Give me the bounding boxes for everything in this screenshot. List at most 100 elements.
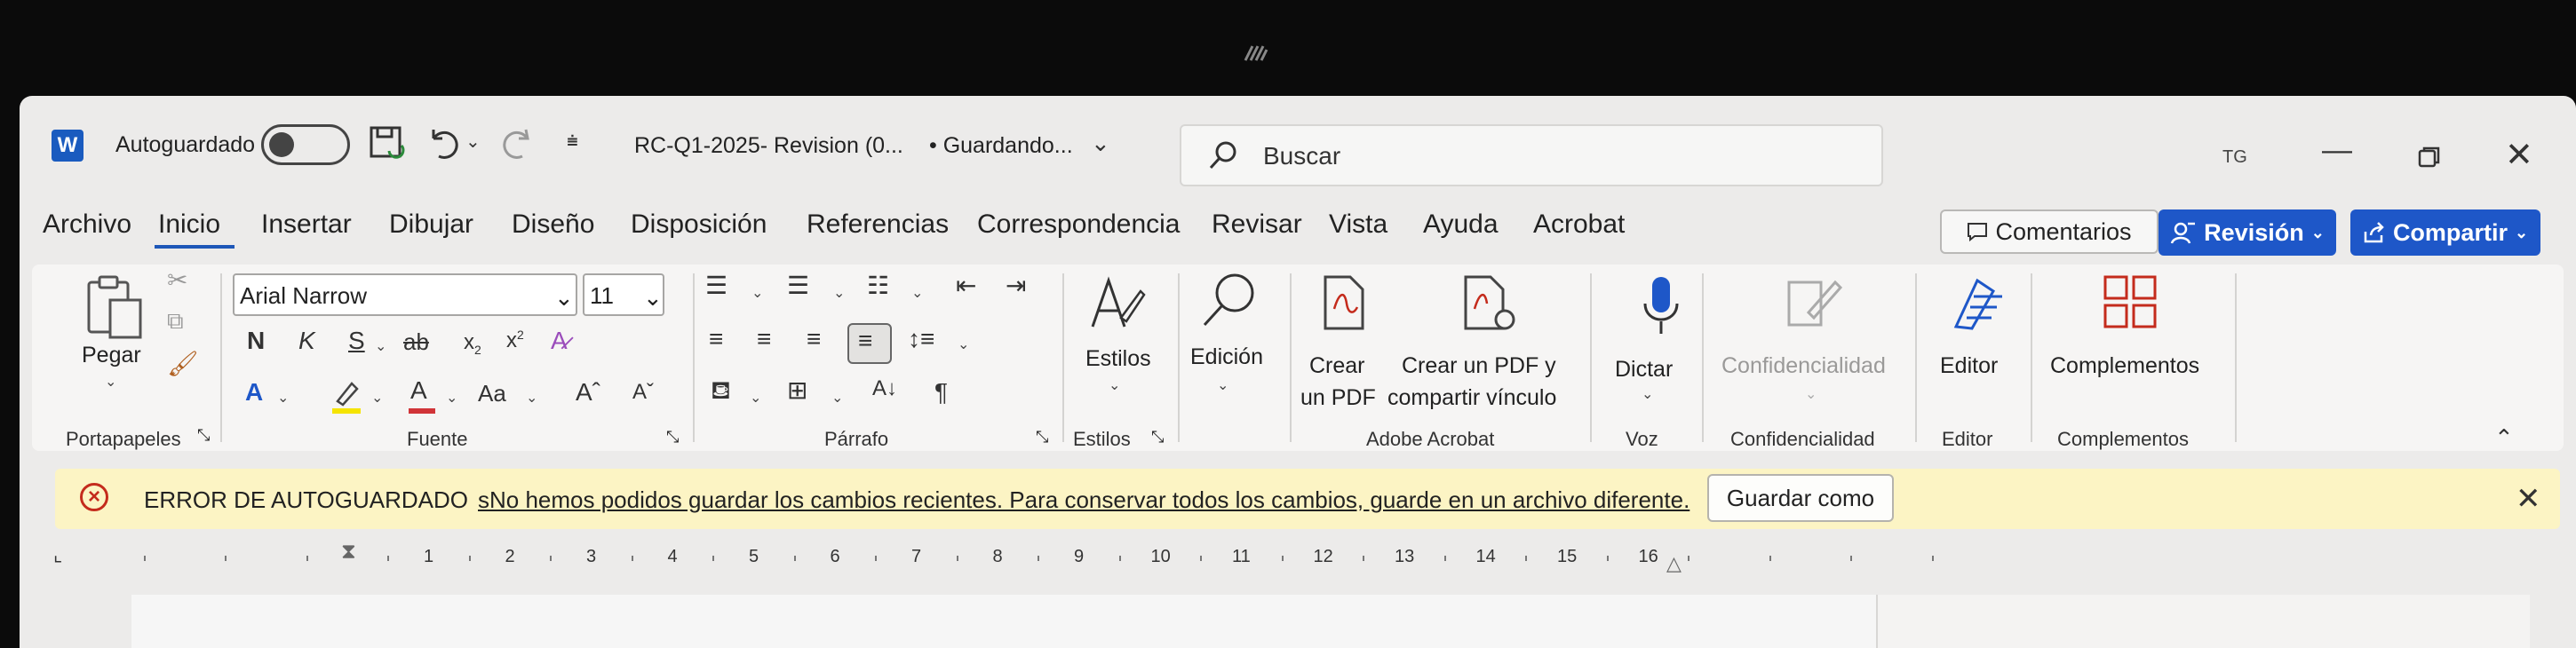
- shrink-font-icon[interactable]: Aˇ: [632, 382, 654, 403]
- create-pdf-icon[interactable]: [1318, 273, 1371, 336]
- multilevel-dropdown-icon[interactable]: ⌄: [911, 284, 923, 302]
- editing-dropdown-icon[interactable]: ⌄: [1217, 376, 1228, 394]
- paste-label[interactable]: Pegar: [82, 343, 141, 368]
- save-icon[interactable]: [368, 124, 407, 163]
- tab-dibujar[interactable]: Dibujar: [389, 209, 473, 240]
- copy-icon[interactable]: ⧉: [167, 309, 184, 332]
- line-spacing-icon[interactable]: ↕≡: [908, 327, 934, 352]
- title-chevron-down-icon[interactable]: ⌄: [1091, 131, 1110, 154]
- create-pdf-label-1[interactable]: Crear: [1309, 353, 1365, 379]
- underline-button[interactable]: S: [348, 328, 365, 353]
- align-center-icon[interactable]: ≡: [757, 327, 771, 352]
- bold-button[interactable]: N: [247, 328, 265, 353]
- paste-icon[interactable]: [83, 273, 146, 341]
- font-name-dropdown-icon[interactable]: ⌄: [554, 284, 574, 312]
- user-initials[interactable]: TG: [2222, 147, 2247, 168]
- borders-icon[interactable]: ⊞: [787, 378, 807, 403]
- document-page[interactable]: [131, 595, 1878, 648]
- font-color-icon[interactable]: A: [410, 378, 427, 403]
- minimize-icon[interactable]: —: [2322, 133, 2352, 168]
- numbering-dropdown-icon[interactable]: ⌄: [833, 284, 845, 302]
- close-notification-icon[interactable]: ✕: [2516, 481, 2541, 517]
- change-case-dropdown-icon[interactable]: ⌄: [526, 389, 537, 407]
- paragraph-launcher-icon[interactable]: ⤡: [1036, 428, 1048, 446]
- sort-icon[interactable]: A↓: [872, 378, 897, 399]
- tab-disposicion[interactable]: Disposición: [631, 209, 767, 240]
- right-indent-icon[interactable]: △: [1666, 552, 1682, 575]
- create-pdf-share-icon[interactable]: [1459, 273, 1517, 336]
- editor-label[interactable]: Editor: [1940, 353, 1998, 379]
- styles-icon[interactable]: [1085, 273, 1148, 336]
- sensitivity-icon[interactable]: [1782, 273, 1844, 332]
- editing-label[interactable]: Edición: [1190, 344, 1263, 370]
- decrease-indent-icon[interactable]: ⇤: [956, 273, 976, 298]
- grow-font-icon[interactable]: Aˆ: [576, 380, 600, 405]
- show-marks-icon[interactable]: ¶: [934, 380, 948, 405]
- addins-label[interactable]: Complementos: [2050, 353, 2199, 379]
- horizontal-ruler[interactable]: 1 2 3 4 5 6 7 8 9 10 11 12 13 14 15 16 ⧗ △: [126, 540, 2524, 582]
- subscript-button[interactable]: x2: [464, 332, 481, 356]
- search-box[interactable]: Buscar: [1180, 124, 1883, 186]
- undo-icon[interactable]: [426, 126, 462, 162]
- paste-dropdown-icon[interactable]: ⌄: [105, 373, 116, 391]
- shading-icon[interactable]: ⛾: [711, 378, 731, 403]
- underline-dropdown-icon[interactable]: ⌄: [375, 337, 386, 355]
- styles-launcher-icon[interactable]: ⤡: [1151, 428, 1164, 446]
- tab-correspondencia[interactable]: Correspondencia: [977, 209, 1180, 240]
- numbering-icon[interactable]: ☰: [787, 273, 809, 298]
- tab-selector-icon[interactable]: ⌞: [53, 543, 62, 566]
- first-line-indent-icon[interactable]: ⧗: [341, 540, 356, 565]
- increase-indent-icon[interactable]: ⇥: [1006, 273, 1026, 298]
- tab-ayuda[interactable]: Ayuda: [1423, 209, 1499, 240]
- sensitivity-label[interactable]: Confidencialidad: [1721, 353, 1886, 379]
- change-case-button[interactable]: Aa: [478, 382, 506, 405]
- styles-label[interactable]: Estilos: [1085, 346, 1151, 372]
- dictate-dropdown-icon[interactable]: ⌄: [1642, 385, 1653, 403]
- font-name-box[interactable]: Arial Narrow ⌄: [233, 273, 577, 316]
- save-as-button[interactable]: Guardar como: [1707, 474, 1894, 522]
- justify-button[interactable]: ≡: [847, 323, 892, 364]
- font-launcher-icon[interactable]: ⤡: [666, 428, 679, 446]
- create-share-label-2[interactable]: compartir vínculo: [1387, 385, 1556, 411]
- superscript-button[interactable]: x2: [506, 328, 524, 352]
- editor-icon[interactable]: [1947, 273, 2009, 332]
- tab-archivo[interactable]: Archivo: [43, 209, 131, 240]
- text-effects-icon[interactable]: A: [245, 380, 263, 405]
- error-message-link[interactable]: sNo hemos podidos guardar los cambios re…: [478, 486, 1690, 514]
- redo-icon[interactable]: [499, 126, 535, 162]
- strikethrough-button[interactable]: ab: [403, 330, 429, 353]
- document-title[interactable]: RC-Q1-2025- Revision (0...: [634, 133, 903, 159]
- italic-button[interactable]: K: [298, 328, 315, 353]
- font-size-box[interactable]: 11 ⌄: [583, 273, 664, 316]
- save-status[interactable]: • Guardando...: [929, 133, 1073, 159]
- align-right-icon[interactable]: ≡: [807, 327, 821, 352]
- undo-dropdown-icon[interactable]: ⌄: [465, 133, 481, 151]
- font-color-dropdown-icon[interactable]: ⌄: [446, 389, 457, 407]
- editing-search-icon[interactable]: [1197, 270, 1260, 332]
- tab-acrobat[interactable]: Acrobat: [1533, 209, 1625, 240]
- font-size-dropdown-icon[interactable]: ⌄: [643, 284, 663, 312]
- review-button[interactable]: Revisión ⌄: [2159, 209, 2336, 256]
- bullets-dropdown-icon[interactable]: ⌄: [751, 284, 763, 302]
- shading-dropdown-icon[interactable]: ⌄: [750, 389, 761, 407]
- multilevel-list-icon[interactable]: ☷: [867, 273, 889, 298]
- tab-revisar[interactable]: Revisar: [1212, 209, 1302, 240]
- tab-insertar[interactable]: Insertar: [261, 209, 352, 240]
- autosave-toggle[interactable]: [261, 124, 350, 165]
- highlight-dropdown-icon[interactable]: ⌄: [371, 389, 383, 407]
- highlight-icon[interactable]: [330, 378, 362, 415]
- bullets-icon[interactable]: ☰: [705, 273, 727, 298]
- cut-icon[interactable]: ✂: [167, 268, 187, 293]
- customize-toolbar-icon[interactable]: ⩧: [567, 131, 578, 151]
- collapse-ribbon-icon[interactable]: ⌃: [2494, 426, 2514, 449]
- comments-button[interactable]: Comentarios: [1940, 209, 2159, 254]
- create-share-label-1[interactable]: Crear un PDF y: [1402, 353, 1556, 379]
- dictate-label[interactable]: Dictar: [1615, 357, 1673, 383]
- addins-icon[interactable]: [2102, 273, 2159, 330]
- tab-vista[interactable]: Vista: [1329, 209, 1387, 240]
- clear-format-icon[interactable]: A̷: [551, 328, 568, 353]
- share-button[interactable]: Compartir ⌄: [2350, 209, 2540, 256]
- create-pdf-label-2[interactable]: un PDF: [1300, 385, 1376, 411]
- borders-dropdown-icon[interactable]: ⌄: [831, 389, 843, 407]
- format-painter-icon[interactable]: 🖌: [167, 352, 199, 376]
